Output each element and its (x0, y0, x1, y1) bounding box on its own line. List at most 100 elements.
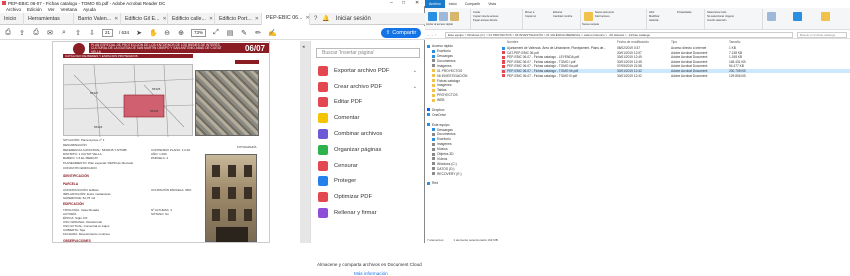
panel-collapse-strip[interactable] (300, 41, 310, 243)
ribbon-item[interactable]: Pegar acceso directo (473, 19, 497, 22)
collapse-panel-icon[interactable]: ◂ (302, 44, 305, 50)
fit-page-icon[interactable]: ⤢ (212, 29, 220, 37)
email-icon[interactable]: ✉ (46, 29, 54, 37)
tool-item[interactable]: Crear archivo PDF ⌄ (316, 79, 420, 95)
nav-item[interactable]: 01 PROYECTOS (425, 69, 462, 74)
ribbon-item[interactable]: Fácil acceso (595, 15, 609, 18)
tools-search-input[interactable]: Buscar 'Insertar página' (316, 48, 420, 58)
nav-item[interactable]: Objetos 3D (425, 152, 454, 157)
tool-item[interactable]: Censurar (316, 158, 420, 174)
close-tab-icon[interactable]: ✕ (306, 15, 310, 21)
ribbon-item[interactable]: Cortar (473, 11, 480, 14)
pin-icon[interactable] (428, 12, 437, 21)
tool-item[interactable]: Proteger (316, 174, 420, 190)
menu-ver[interactable]: Ver (48, 7, 55, 12)
tool-item[interactable]: Editar PDF (316, 95, 420, 111)
hand-tool-icon[interactable]: ✋ (149, 29, 158, 37)
ribbon-item[interactable]: Copiar en (525, 15, 536, 18)
folder-location-icon[interactable] (767, 12, 776, 21)
bell-icon[interactable]: 🔔 (322, 15, 329, 22)
copy-icon[interactable] (439, 12, 448, 21)
nav-item[interactable]: OneDrive (425, 113, 446, 118)
zoom-in-icon[interactable]: ⊕ (177, 29, 185, 37)
ribbon-item[interactable]: Seleccionar todo (707, 11, 726, 14)
tool-item[interactable]: Optimizar PDF (316, 189, 420, 205)
more-info-link[interactable]: Más información (354, 271, 388, 276)
close-tab-icon[interactable]: ✕ (209, 16, 213, 22)
nav-item[interactable]: Fichas catalogo (425, 78, 460, 83)
tab-document-active[interactable]: PEP-EBIC 06... ✕ (262, 12, 310, 25)
nav-item[interactable]: Descargas (425, 127, 453, 132)
menu-archivo[interactable]: Archivo (6, 7, 21, 12)
nav-item[interactable]: Documentos (425, 59, 456, 64)
ribbon-item[interactable]: Nuevo elemento (595, 11, 614, 14)
sign-icon[interactable]: ✍ (268, 29, 277, 37)
column-header-type[interactable]: Tipo (671, 40, 677, 44)
zoom-out-icon[interactable]: ⊖ (163, 29, 171, 37)
nav-item[interactable]: Tablas (425, 88, 447, 93)
nav-item[interactable]: Escritorio (425, 49, 451, 54)
new-folder-icon[interactable] (584, 12, 593, 21)
ribbon-item[interactable]: No seleccionar ninguno (707, 15, 734, 18)
menu-ayuda[interactable]: Ayuda (83, 7, 96, 12)
nav-item[interactable]: Escritorio (425, 137, 451, 142)
ribbon-tab-inicio[interactable]: Inicio (445, 2, 461, 6)
nav-item[interactable]: PROYECTOS (425, 93, 458, 98)
column-header-name[interactable]: Nombre (507, 40, 518, 44)
column-header-date[interactable]: Fecha de modificación (617, 40, 649, 44)
column-header-size[interactable]: Tamaño (729, 40, 740, 44)
ribbon-item[interactable]: Propiedades (677, 11, 692, 14)
tool-item[interactable]: Organizar páginas (316, 142, 420, 158)
ribbon-item[interactable]: Mover a (525, 11, 534, 14)
close-tab-icon[interactable]: ✕ (114, 16, 118, 22)
tool-item[interactable]: Combinar archivos (316, 126, 420, 142)
nav-arrows-icon[interactable]: ← → ↑ (425, 33, 445, 37)
ribbon-item[interactable]: Invertir selección (707, 19, 726, 22)
nav-item[interactable]: Dropbox (425, 108, 444, 113)
nav-item[interactable]: DATOS (D:) (425, 167, 454, 172)
ribbon-tab-vista[interactable]: Vista (484, 2, 500, 6)
signin-button[interactable]: Iniciar sesión (336, 16, 371, 22)
nav-item[interactable]: WEB (425, 98, 445, 103)
file-row[interactable]: PEP-EBIC 06-07 - Fichas catalogo - TOMO … (501, 74, 850, 78)
upload-icon[interactable]: ⇪ (18, 29, 26, 37)
tool-item[interactable]: Comentar (316, 110, 420, 126)
share-button[interactable]: ⇧ Compartir (381, 28, 421, 38)
tab-document[interactable]: Edificio calle... ✕ (168, 12, 215, 25)
menu-ventana[interactable]: Ventana (61, 7, 78, 12)
ribbon-tab-archivo[interactable]: Archivo (425, 0, 445, 8)
pin-start-icon[interactable] (793, 12, 802, 21)
nav-item[interactable]: Música (425, 147, 447, 152)
print-icon[interactable]: ⎙ (32, 29, 40, 37)
nav-item[interactable]: 06 INVESTIGACIÓN (425, 73, 467, 78)
nav-item[interactable]: Vídeos (425, 157, 447, 162)
comment-icon[interactable]: ✎ (240, 29, 248, 37)
tab-document[interactable]: Edificio Gil E... ✕ (121, 12, 168, 25)
tab-document[interactable]: Barrio Valen... ✕ (74, 12, 121, 25)
ribbon-item[interactable]: Abrir (649, 11, 654, 14)
zoom-select[interactable]: 73% (191, 28, 207, 37)
tool-item[interactable]: Rellenar y firmar (316, 205, 420, 221)
nav-item[interactable]: Imagenes (425, 83, 451, 88)
nav-item[interactable]: Red (425, 181, 438, 186)
ribbon-item[interactable]: Eliminar (553, 11, 562, 14)
library-icon[interactable] (821, 12, 830, 21)
chevron-down-icon[interactable]: ⌄ (413, 84, 417, 90)
nav-item[interactable]: Acceso rápido (425, 44, 453, 49)
highlight-icon[interactable]: ✏ (254, 29, 262, 37)
nav-item[interactable]: Este equipo (425, 122, 449, 127)
ribbon-item[interactable]: Historial (649, 19, 658, 22)
ribbon-item[interactable]: Copiar ruta de acceso (473, 15, 498, 18)
nav-item[interactable]: Descargas (425, 54, 453, 59)
ribbon-item[interactable]: Cambiar nombre (553, 15, 572, 18)
next-page-icon[interactable]: ⇩ (88, 29, 96, 37)
page-number-input[interactable]: 21 (102, 28, 114, 37)
tool-item[interactable]: Exportar archivo PDF ⌄ (316, 63, 420, 79)
nav-item[interactable]: Windows (C:) (425, 162, 457, 167)
nav-item[interactable]: RECOVERY (E:) (425, 171, 462, 176)
prev-page-icon[interactable]: ⇧ (74, 29, 82, 37)
tab-herramientas[interactable]: Herramientas (24, 12, 74, 25)
close-tab-icon[interactable]: ✕ (255, 16, 259, 22)
select-cursor-icon[interactable]: ➤ (135, 29, 143, 37)
save-icon[interactable]: ⎙ (4, 29, 12, 37)
